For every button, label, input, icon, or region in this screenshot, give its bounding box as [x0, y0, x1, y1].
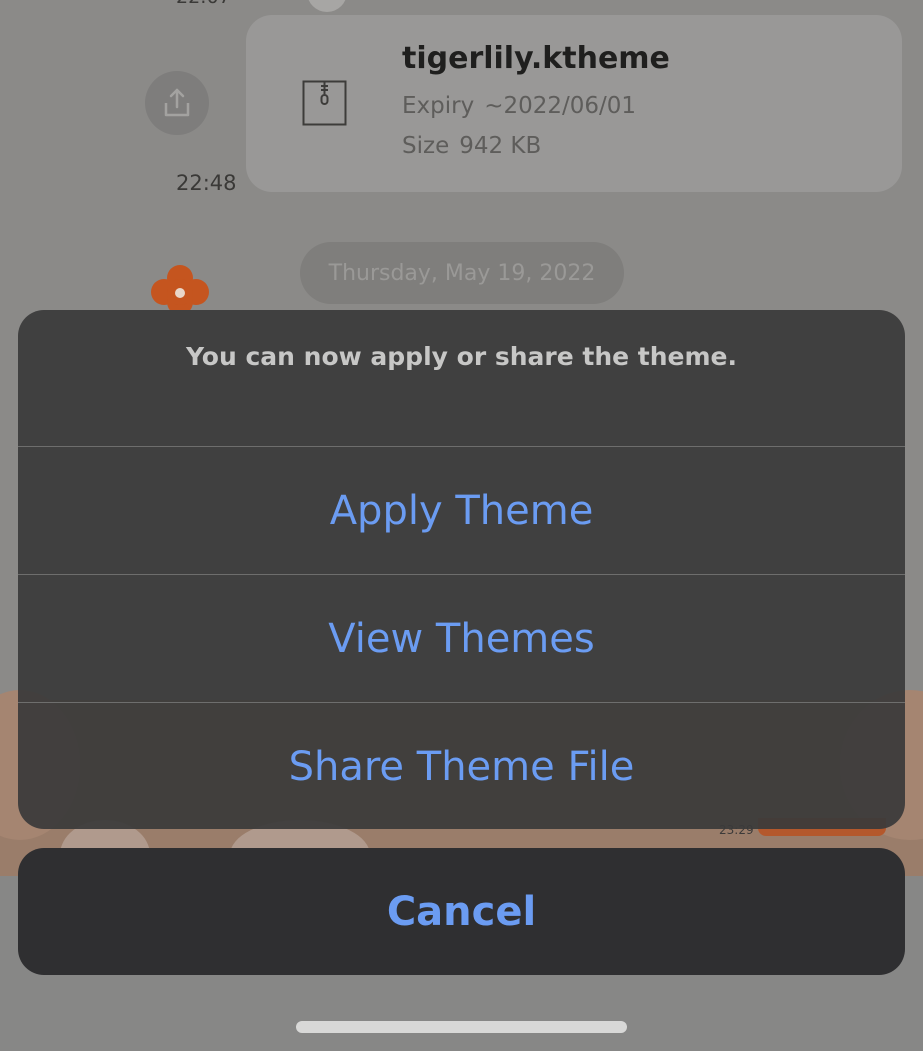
date-separator: Thursday, May 19, 2022 [300, 242, 624, 304]
file-size: Size 942 KB [402, 133, 541, 159]
file-message-bubble[interactable]: tigerlily.ktheme Expiry ~2022/06/01 Size 9… [246, 15, 902, 192]
size-value: 942 KB [459, 133, 542, 159]
share-button[interactable] [145, 71, 209, 135]
share-icon [164, 88, 190, 117]
flower-avatar-icon [151, 265, 209, 310]
flower-fragment [307, 0, 347, 12]
file-name: tigerlily.ktheme [402, 41, 670, 76]
zip-file-icon [302, 80, 347, 126]
size-label: Size [402, 133, 450, 159]
share-theme-file-button[interactable]: Share Theme File [18, 703, 905, 829]
home-indicator[interactable] [296, 1021, 627, 1033]
cancel-button[interactable]: Cancel [18, 848, 905, 975]
expiry-value: ~2022/06/01 [484, 93, 637, 119]
apply-theme-button[interactable]: Apply Theme [18, 447, 905, 574]
clipped-time: 22:07 [176, 0, 231, 8]
view-themes-button[interactable]: View Themes [18, 575, 905, 702]
message-time: 22:48 [176, 171, 237, 195]
expiry-label: Expiry [402, 93, 475, 119]
file-expiry: Expiry ~2022/06/01 [402, 93, 636, 119]
sheet-message: You can now apply or share the theme. [185, 342, 738, 371]
action-sheet: You can now apply or share the theme. Ap… [18, 310, 905, 829]
